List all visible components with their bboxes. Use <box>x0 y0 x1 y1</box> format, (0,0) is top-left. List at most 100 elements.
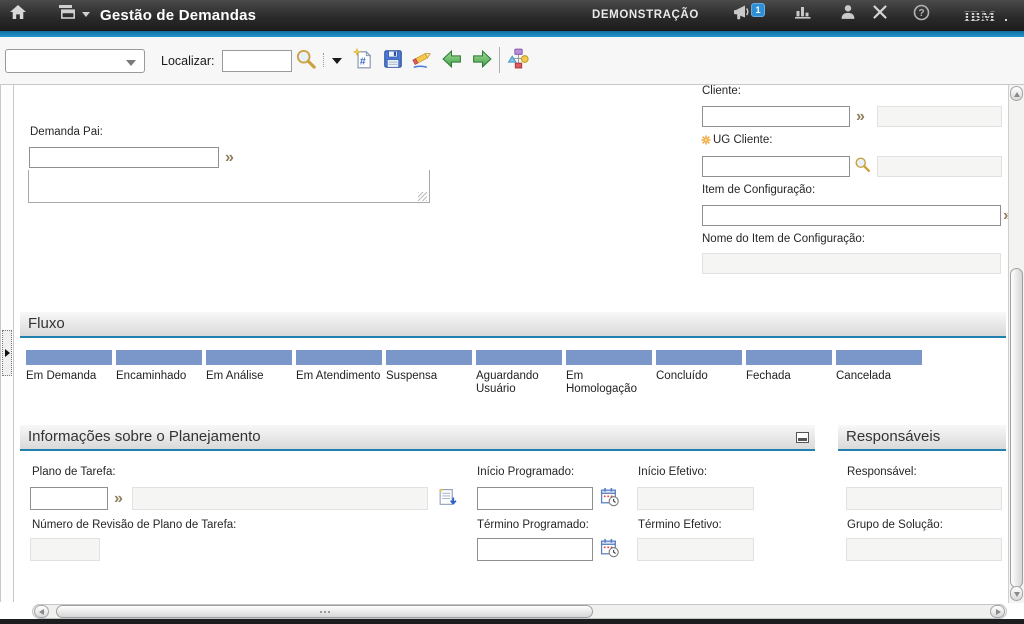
queries-caret-icon <box>126 60 136 66</box>
select-plan-icon <box>437 487 458 508</box>
caret-down-icon <box>1014 592 1020 597</box>
demanda-pai-label: Demanda Pai: <box>30 126 103 138</box>
person-icon <box>840 4 856 20</box>
termino-programado-datetime-button[interactable] <box>600 538 620 563</box>
termino-programado-input[interactable] <box>477 538 593 561</box>
inicio-efetivo-field <box>637 487 754 510</box>
fluxo-state-bar <box>566 350 652 365</box>
top-navbar: Gestão de Demandas DEMONSTRAÇÃO 1 <box>0 0 1024 31</box>
fluxo-state-bar <box>206 350 292 365</box>
scroll-down-button[interactable] <box>1010 586 1023 601</box>
fluxo-state-label: Em Atendimento <box>296 370 380 382</box>
vertical-scroll-thumb[interactable] <box>1010 268 1023 588</box>
fluxo-state: Aguardando Usuário <box>476 350 562 396</box>
fluxo-state-label: Suspensa <box>386 370 437 382</box>
ug-cliente-input[interactable] <box>702 156 850 177</box>
app-switcher-caret-icon <box>82 12 90 17</box>
workflow-button[interactable] <box>507 48 529 70</box>
fluxo-state-label: Em Análise <box>206 370 264 382</box>
find-input[interactable] <box>222 50 292 72</box>
home-button[interactable] <box>9 4 33 28</box>
previous-record-button[interactable] <box>441 48 463 70</box>
toolbar-separator <box>499 47 500 73</box>
new-record-button[interactable]: # <box>352 48 374 70</box>
search-button[interactable] <box>295 48 317 70</box>
fluxo-state-bar <box>476 350 562 365</box>
horizontal-scrollbar[interactable] <box>32 604 1007 619</box>
save-button[interactable] <box>382 48 404 70</box>
fluxo-state-label: Concluído <box>656 370 708 382</box>
termino-efetivo-field <box>637 538 754 561</box>
fluxo-state: Cancelada <box>836 350 922 396</box>
ug-cliente-select-value-button[interactable] <box>854 156 871 178</box>
demanda-pai-input[interactable] <box>29 147 219 168</box>
environment-label: DEMONSTRAÇÃO <box>592 9 699 21</box>
horizontal-scroll-thumb[interactable] <box>56 605 593 618</box>
fluxo-state: Em Homologação <box>566 350 652 396</box>
fluxo-state-bar <box>746 350 832 365</box>
calendar-clock-icon <box>600 538 620 558</box>
help-button[interactable]: ? <box>913 4 937 28</box>
fluxo-state: Fechada <box>746 350 832 396</box>
responsaveis-section-header: Responsáveis <box>838 425 1006 451</box>
caret-left-icon <box>39 609 44 615</box>
notification-badge: 1 <box>751 3 765 17</box>
profile-button[interactable] <box>840 4 864 28</box>
scroll-up-button[interactable] <box>1010 86 1023 101</box>
nome-item-configuracao-field <box>702 253 1001 274</box>
workflow-icon <box>507 48 530 69</box>
reports-button[interactable] <box>794 4 818 28</box>
ug-cliente-label: UG Cliente: <box>713 134 772 146</box>
scroll-right-button[interactable] <box>990 605 1005 618</box>
app-switcher-button[interactable] <box>58 4 92 28</box>
responsavel-label: Responsável: <box>847 466 917 478</box>
plano-tarefa-detail-menu-icon[interactable]: » <box>114 492 123 506</box>
app-window: Gestão de Demandas DEMONSTRAÇÃO 1 <box>0 0 1024 624</box>
nome-item-configuracao-label: Nome do Item de Configuração: <box>702 233 865 245</box>
panel-splitter-handle[interactable] <box>2 330 12 376</box>
fluxo-state-label: Fechada <box>746 370 791 382</box>
planejamento-minimize-button[interactable] <box>796 432 809 443</box>
search-options-caret[interactable] <box>332 58 342 64</box>
ug-cliente-display-field <box>877 156 1002 177</box>
clear-changes-button[interactable] <box>411 48 433 70</box>
save-icon <box>382 48 404 70</box>
scroll-left-button[interactable] <box>34 605 49 618</box>
fluxo-state-bar <box>656 350 742 365</box>
termino-efetivo-label: Término Efetivo: <box>638 519 722 531</box>
fluxo-state-bar <box>296 350 382 365</box>
numero-revisao-field <box>30 538 100 561</box>
fluxo-states: Em Demanda Encaminhado Em Análise Em Ate… <box>26 350 926 396</box>
plano-tarefa-input[interactable] <box>30 487 108 510</box>
long-description-textarea[interactable] <box>28 170 430 203</box>
queries-select[interactable] <box>5 49 145 73</box>
fluxo-state-label: Cancelada <box>836 370 891 382</box>
fluxo-state-label: Em Homologação <box>566 370 637 395</box>
plano-tarefa-descricao-field <box>132 487 428 510</box>
planejamento-section-title: Informações sobre o Planejamento <box>28 428 261 445</box>
inicio-programado-datetime-button[interactable] <box>600 487 620 512</box>
cliente-input[interactable] <box>702 106 850 127</box>
close-button[interactable] <box>872 4 896 28</box>
applications-icon <box>58 4 77 19</box>
vertical-scrollbar[interactable] <box>1008 85 1024 603</box>
demanda-pai-detail-menu-icon[interactable]: » <box>225 151 234 165</box>
caret-up-icon <box>1014 92 1020 97</box>
svg-text:?: ? <box>918 8 924 19</box>
planejamento-section-header: Informações sobre o Planejamento <box>20 425 815 451</box>
cliente-label: Cliente: <box>702 85 741 97</box>
caret-right-icon <box>996 609 1001 615</box>
textarea-resize-grip[interactable] <box>418 192 427 201</box>
fluxo-state-label: Encaminhado <box>116 370 186 382</box>
item-configuracao-input[interactable] <box>702 205 1001 226</box>
svg-text:IBM: IBM <box>964 9 996 25</box>
ibm-logo: IBM <box>963 7 1011 30</box>
inicio-programado-input[interactable] <box>477 487 593 510</box>
fluxo-state-label: Em Demanda <box>26 370 96 382</box>
thumb-grip-dots <box>324 611 326 613</box>
next-record-button[interactable] <box>471 48 493 70</box>
select-plano-tarefa-button[interactable] <box>437 487 458 513</box>
search-icon <box>295 48 317 70</box>
grupo-solucao-label: Grupo de Solução: <box>847 519 943 531</box>
cliente-detail-menu-icon[interactable]: » <box>856 110 865 124</box>
